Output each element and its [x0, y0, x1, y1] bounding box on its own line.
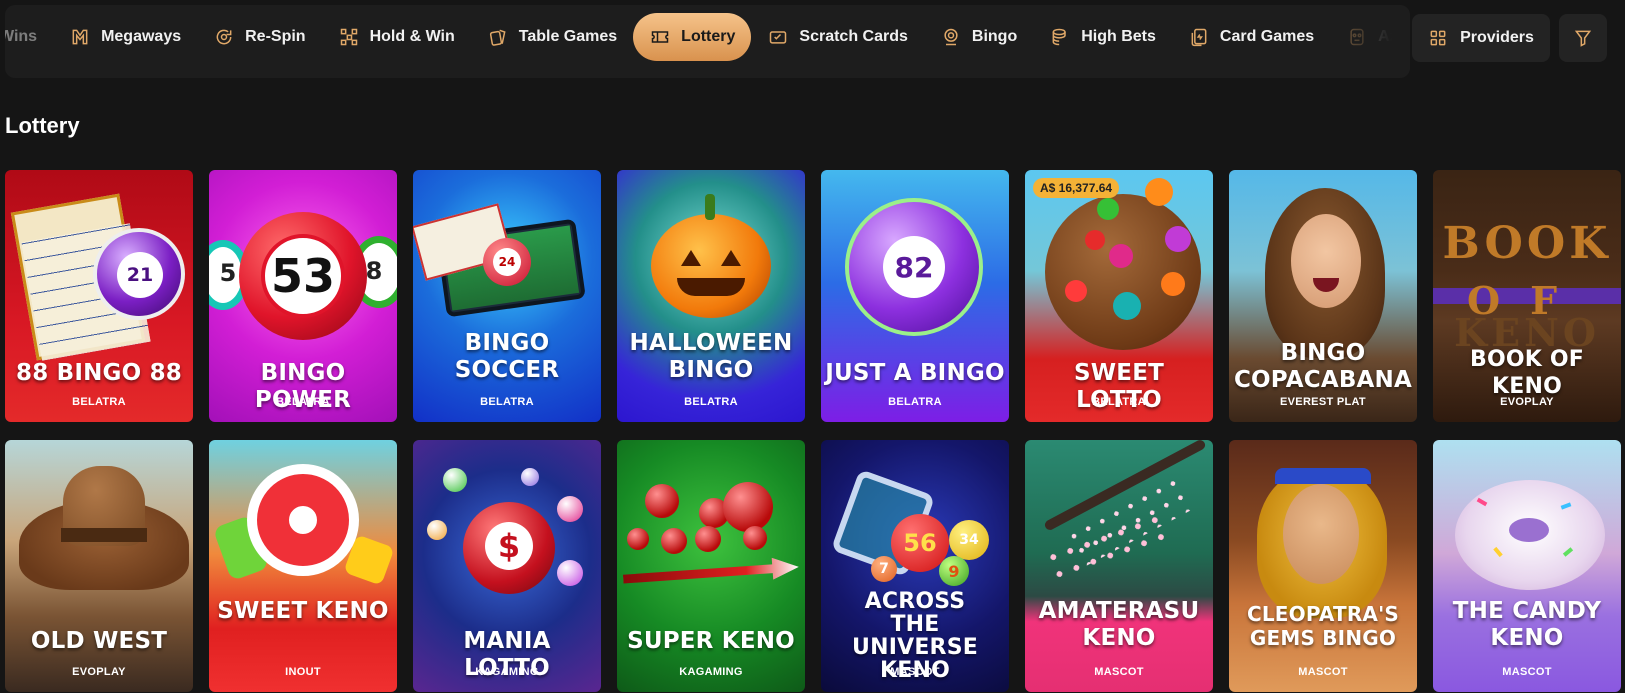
game-card-sweet-keno[interactable]: SWEET KENO INOUT: [209, 440, 397, 692]
wins-label: Wins: [5, 28, 38, 45]
game-card-mania-lotto[interactable]: $ MANIA LOTTO KAGAMING: [413, 440, 601, 692]
lottery-label: Lottery: [681, 28, 736, 45]
game-title: HALLOWEEN BINGO: [629, 330, 793, 383]
game-title: CLEOPATRA'S GEMS BINGO: [1246, 602, 1400, 650]
game-provider: EVEREST PLAT: [1280, 396, 1366, 408]
respin-label: Re-Spin: [245, 28, 306, 45]
game-provider: INOUT: [285, 666, 321, 678]
game-card-across-the-universe-keno[interactable]: 56 34 9 7 ACROSS THE UNIVERSE KENO MASCO…: [821, 440, 1009, 692]
aztec-label: Aztec: [1378, 28, 1410, 45]
section-title: Lottery: [5, 113, 80, 138]
cat-wins[interactable]: Wins: [5, 13, 53, 61]
game-card-book-of-keno[interactable]: BOOK OF KENO BOOK OF KENO EVOPLAY: [1433, 170, 1621, 422]
game-provider: BELATRA: [888, 396, 942, 408]
filter-icon: [1574, 30, 1592, 47]
providers-label: Providers: [1460, 29, 1534, 46]
game-card-the-candy-keno[interactable]: THE CANDY KENO MASCOT: [1433, 440, 1621, 692]
card-games-label: Card Games: [1219, 28, 1315, 45]
megaways-label: Megaways: [101, 28, 182, 45]
game-title: AMATERASU KENO: [1038, 598, 1200, 651]
game-title: 88 BINGO 88: [16, 360, 182, 386]
game-provider: EVOPLAY: [72, 666, 126, 678]
game-card-amaterasu-keno[interactable]: AMATERASU KENO MASCOT: [1025, 440, 1213, 692]
category-bar: Wins Megaways Re-Spin Hold & Win Table G…: [5, 5, 1410, 78]
cat-megaways[interactable]: Megaways: [53, 13, 197, 61]
cat-lottery[interactable]: Lottery: [633, 13, 752, 61]
high-bets-label: High Bets: [1081, 28, 1156, 45]
game-provider: KAGAMING: [679, 666, 743, 678]
card-games-icon: [1188, 26, 1210, 48]
game-provider: MASCOT: [890, 666, 940, 678]
game-card-88-bingo-88[interactable]: 21 88 BINGO 88 BELATRA: [5, 170, 193, 422]
ball-number: 53: [270, 249, 335, 303]
ball-number: 24: [498, 255, 516, 269]
game-title: THE CANDY KENO: [1452, 598, 1602, 651]
game-title: OLD WEST: [30, 628, 168, 654]
game-title: BOOK OF KENO: [1469, 347, 1584, 399]
ball-number: 9: [948, 561, 960, 581]
game-card-bingo-soccer[interactable]: 24 BINGO SOCCER BELATRA: [413, 170, 601, 422]
art-letter: O: [1526, 218, 1570, 269]
game-card-old-west[interactable]: OLD WEST EVOPLAY: [5, 440, 193, 692]
game-provider: BELATRA: [684, 396, 738, 408]
bingo-icon: [940, 26, 962, 48]
cat-aztec[interactable]: Aztec: [1330, 13, 1410, 61]
game-title: SWEET KENO: [217, 598, 389, 624]
respin-icon: [213, 26, 235, 48]
jackpot-badge: A$ 16,377.64: [1033, 178, 1120, 198]
ticket-icon: [649, 26, 671, 48]
ball-number: 34: [959, 532, 979, 548]
game-card-super-keno[interactable]: SUPER KENO KAGAMING: [617, 440, 805, 692]
scratch-card-icon: [767, 26, 789, 48]
art-letter: B: [1442, 218, 1485, 269]
aztec-mask-icon: [1346, 26, 1368, 48]
game-provider: BELATRA: [72, 396, 126, 408]
cat-table-games[interactable]: Table Games: [471, 13, 633, 61]
grid-icon: [1430, 30, 1446, 46]
game-provider: BELATRA: [480, 396, 534, 408]
game-provider: MASCOT: [1298, 666, 1348, 678]
game-card-bingo-power[interactable]: 5 8 53 BINGO POWER BELATRA: [209, 170, 397, 422]
game-card-just-a-bingo[interactable]: 82 JUST A BINGO BELATRA: [821, 170, 1009, 422]
hold-win-icon: [338, 26, 360, 48]
table-cards-icon: [487, 26, 509, 48]
game-provider: EVOPLAY: [1500, 396, 1554, 408]
game-provider: BELATRA: [1092, 396, 1146, 408]
cat-bingo[interactable]: Bingo: [924, 13, 1033, 61]
coins-icon: [1049, 26, 1071, 48]
game-card-halloween-bingo[interactable]: HALLOWEEN BINGO BELATRA: [617, 170, 805, 422]
scratch-cards-label: Scratch Cards: [799, 28, 908, 45]
game-card-sweet-lotto[interactable]: A$ 16,377.64 SWEET LOTTO BELATRA: [1025, 170, 1213, 422]
hold-win-label: Hold & Win: [369, 28, 455, 45]
cat-scratch-cards[interactable]: Scratch Cards: [751, 13, 924, 61]
game-provider: KAGAMING: [475, 666, 539, 678]
providers-button[interactable]: Providers: [1412, 14, 1550, 62]
game-card-cleopatras-gems-bingo[interactable]: CLEOPATRA'S GEMS BINGO MASCOT: [1229, 440, 1417, 692]
ball-number: 7: [879, 561, 889, 577]
game-title: BINGO COPACABANA: [1233, 340, 1413, 393]
dollar-icon: $: [497, 527, 521, 565]
game-title: JUST A BINGO: [825, 360, 1005, 386]
cat-respin[interactable]: Re-Spin: [197, 13, 321, 61]
game-provider: MASCOT: [1502, 666, 1552, 678]
game-provider: MASCOT: [1094, 666, 1144, 678]
ball-number: 21: [126, 264, 154, 286]
art-letter: K: [1569, 218, 1612, 269]
bingo-label: Bingo: [971, 28, 1018, 45]
art-letter: O: [1484, 218, 1527, 269]
category-list: Wins Megaways Re-Spin Hold & Win Table G…: [5, 5, 1410, 69]
cat-high-bets[interactable]: High Bets: [1033, 13, 1172, 61]
game-title: SUPER KENO: [627, 628, 795, 654]
cat-card-games[interactable]: Card Games: [1172, 13, 1330, 61]
game-title: BINGO SOCCER: [454, 330, 560, 383]
megaways-icon: [69, 26, 91, 48]
ball-number: 82: [894, 250, 934, 284]
table-games-label: Table Games: [518, 28, 618, 45]
cat-hold-win[interactable]: Hold & Win: [322, 13, 471, 61]
game-provider: BELATRA: [276, 396, 330, 408]
game-card-bingo-copacabana[interactable]: BINGO COPACABANA EVEREST PLAT: [1229, 170, 1417, 422]
filter-button[interactable]: [1559, 14, 1607, 62]
